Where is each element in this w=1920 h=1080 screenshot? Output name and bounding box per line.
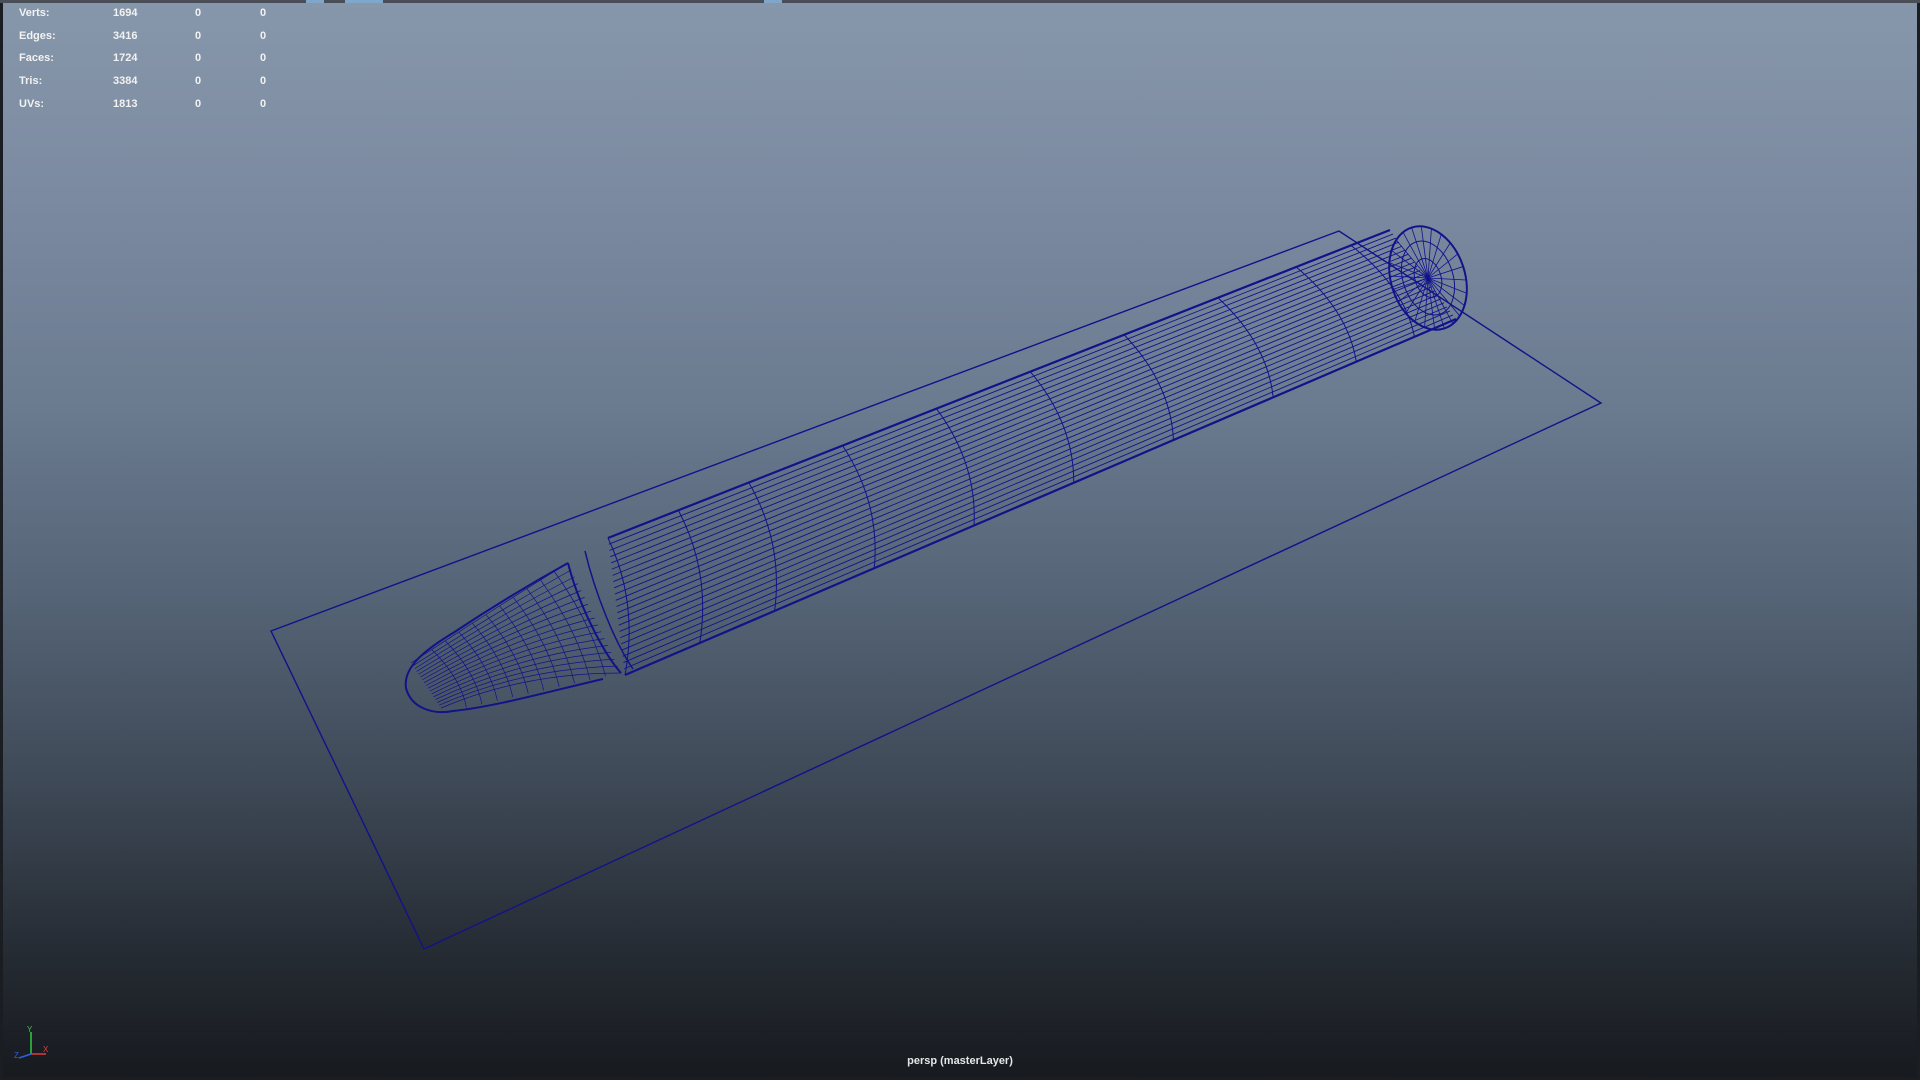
z-axis-label: Z (14, 1051, 19, 1060)
mesh-edge (440, 672, 622, 709)
mesh-edge (618, 286, 1433, 626)
mesh-edge (1427, 277, 1467, 281)
mesh-edge (620, 298, 1442, 645)
mesh-edge (620, 294, 1439, 639)
mesh-edge (616, 274, 1424, 607)
mesh-edge (619, 290, 1436, 632)
mesh-edge (617, 282, 1430, 620)
mesh-edge (1427, 228, 1432, 279)
mesh-edge (617, 278, 1427, 614)
mesh-edge (615, 270, 1421, 601)
mesh-edge (623, 310, 1451, 663)
view-axis-indicator: Y X Z (14, 1025, 49, 1060)
mesh-edge (412, 569, 572, 667)
mesh-edge (427, 624, 598, 689)
camera-name-label: persp (masterLayer) (907, 1055, 1013, 1067)
crayon-wireframe-mesh[interactable] (404, 216, 1480, 714)
x-axis-label: X (43, 1045, 49, 1054)
mesh-edge (608, 233, 1394, 545)
mesh-edge (614, 261, 1415, 589)
mesh-edge (1427, 266, 1464, 279)
mesh-edge (613, 257, 1412, 583)
mesh-edge (612, 253, 1409, 576)
mesh-edge (1420, 226, 1429, 279)
mesh-edge (1424, 277, 1429, 328)
mesh-edge (610, 241, 1400, 558)
perspective-viewport[interactable]: Verts: 1694 0 0 Edges: 3416 0 0 Faces: 1… (3, 3, 1917, 1077)
mesh-ring (677, 510, 704, 644)
mesh-ring (540, 580, 591, 680)
z-axis-line (18, 1053, 32, 1059)
mesh-edge (611, 249, 1406, 570)
mesh-edge (622, 306, 1448, 657)
mesh-edge (621, 302, 1445, 651)
y-axis-label: Y (27, 1025, 33, 1034)
crayon-wireframe-scene (270, 216, 1603, 950)
mesh-edge (438, 665, 618, 706)
ground-plane-wireframe[interactable] (270, 230, 1603, 950)
mesh-edge (610, 245, 1403, 564)
